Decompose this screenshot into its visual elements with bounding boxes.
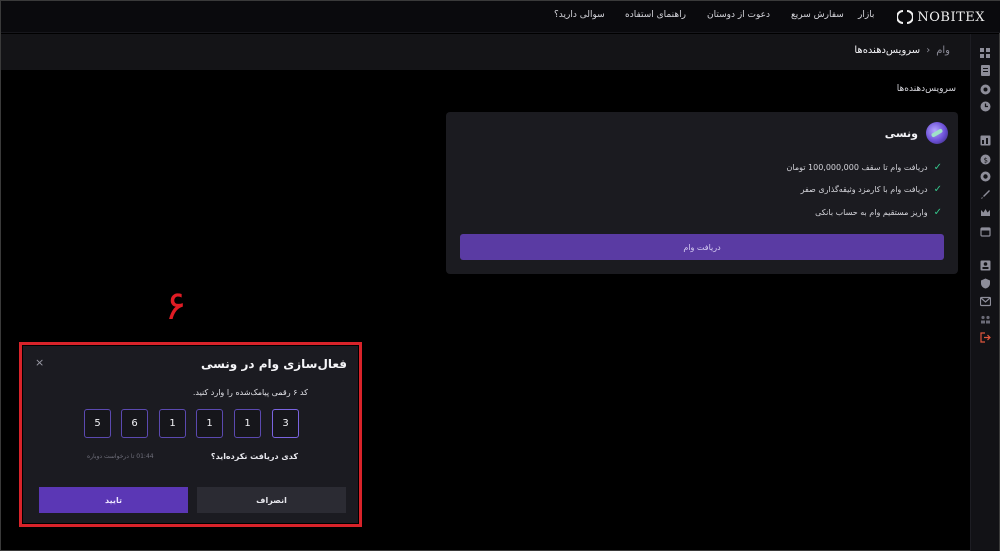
vanci-logo-icon <box>926 122 948 144</box>
otp-digit-3[interactable]: 1 <box>196 409 223 438</box>
annotation-step-number: ۶ <box>165 283 187 329</box>
breadcrumb-bar: وام ‹ سرویس‌دهنده‌ها <box>1 34 972 70</box>
nobitex-logo[interactable]: NOBITEX <box>896 7 985 27</box>
earn-icon[interactable]: $ <box>980 150 991 165</box>
resend-question[interactable]: کدی دریافت نکرده‌اید؟ <box>211 452 298 461</box>
provider-name: ونسی <box>884 126 918 140</box>
feature-item: ✓ دریافت وام تا سقف 100,000,000 تومان <box>787 162 942 173</box>
feature-item: ✓ واریز مستقیم وام به حساب بانکی <box>815 207 942 218</box>
logout-icon[interactable] <box>980 328 991 343</box>
svg-text:$: $ <box>984 157 988 165</box>
provider-header: ونسی <box>885 122 948 144</box>
side-icon-rail: $ <box>970 34 999 551</box>
feature-text: دریافت وام با کارمزد وثیقه‌گذاری صفر <box>800 185 928 194</box>
wallet-icon[interactable] <box>980 80 991 95</box>
market-icon[interactable] <box>980 131 991 146</box>
otp-digit-2[interactable]: 1 <box>234 409 261 438</box>
breadcrumb-separator: ‹ <box>926 45 931 56</box>
logo-text: NOBITEX <box>917 9 985 25</box>
rocket-icon[interactable] <box>980 185 991 199</box>
resend-timer: 01:44 تا درخواست دوباره <box>87 453 154 460</box>
otp-digit-1[interactable]: 3 <box>272 409 299 438</box>
check-icon: ✓ <box>933 162 942 173</box>
confirm-button[interactable]: تایید <box>39 487 188 513</box>
top-navbar: NOBITEX بازار سفارش سریع دعوت از دوستان … <box>1 1 1000 33</box>
nav-invite-friends[interactable]: دعوت از دوستان <box>707 10 770 20</box>
breadcrumb-current: سرویس‌دهنده‌ها <box>854 45 921 56</box>
history-icon[interactable] <box>980 97 991 112</box>
modal-title: فعال‌سازی وام در ونسی <box>200 357 347 371</box>
referral-icon[interactable] <box>980 310 991 324</box>
provider-card: ونسی ✓ دریافت وام تا سقف 100,000,000 توم… <box>446 112 958 274</box>
crown-icon[interactable] <box>980 203 991 216</box>
dashboard-icon[interactable] <box>980 44 991 58</box>
loan-icon[interactable] <box>980 167 991 182</box>
otp-digit-6[interactable]: 5 <box>84 409 111 438</box>
nav-questions[interactable]: سوالی دارید؟ <box>554 10 605 20</box>
nav-help-guide[interactable]: راهنمای استفاده <box>625 10 686 20</box>
otp-digit-4[interactable]: 1 <box>159 409 186 438</box>
breadcrumb-loan-link[interactable]: وام <box>936 45 950 56</box>
otp-instruction: کد ۶ رقمی پیامک‌شده را وارد کنید. <box>192 388 308 397</box>
close-icon[interactable]: × <box>35 356 44 369</box>
check-icon: ✓ <box>933 207 942 218</box>
check-icon: ✓ <box>933 184 942 195</box>
security-icon[interactable] <box>980 274 991 289</box>
nav-market[interactable]: بازار <box>858 10 874 20</box>
nobitex-logo-mark-icon <box>896 9 915 25</box>
cancel-button[interactable]: انصراف <box>197 487 346 513</box>
profile-icon[interactable] <box>980 256 991 271</box>
feature-text: دریافت وام تا سقف 100,000,000 تومان <box>786 163 928 172</box>
nav-quick-order[interactable]: سفارش سریع <box>791 10 844 20</box>
loan-activation-modal: فعال‌سازی وام در ونسی × کد ۶ رقمی پیامک‌… <box>23 346 358 523</box>
breadcrumb: وام ‹ سرویس‌دهنده‌ها <box>854 45 950 56</box>
app-window: NOBITEX بازار سفارش سریع دعوت از دوستان … <box>0 0 1000 551</box>
orders-icon[interactable] <box>980 61 991 76</box>
otp-digit-5[interactable]: 6 <box>121 409 148 438</box>
messages-icon[interactable] <box>979 292 992 307</box>
section-title: سرویس‌دهنده‌ها <box>896 84 956 94</box>
calendar-icon[interactable] <box>980 222 991 237</box>
get-loan-button[interactable]: دریافت وام <box>460 234 944 260</box>
feature-item: ✓ دریافت وام با کارمزد وثیقه‌گذاری صفر <box>801 184 942 195</box>
feature-text: واریز مستقیم وام به حساب بانکی <box>815 208 928 217</box>
